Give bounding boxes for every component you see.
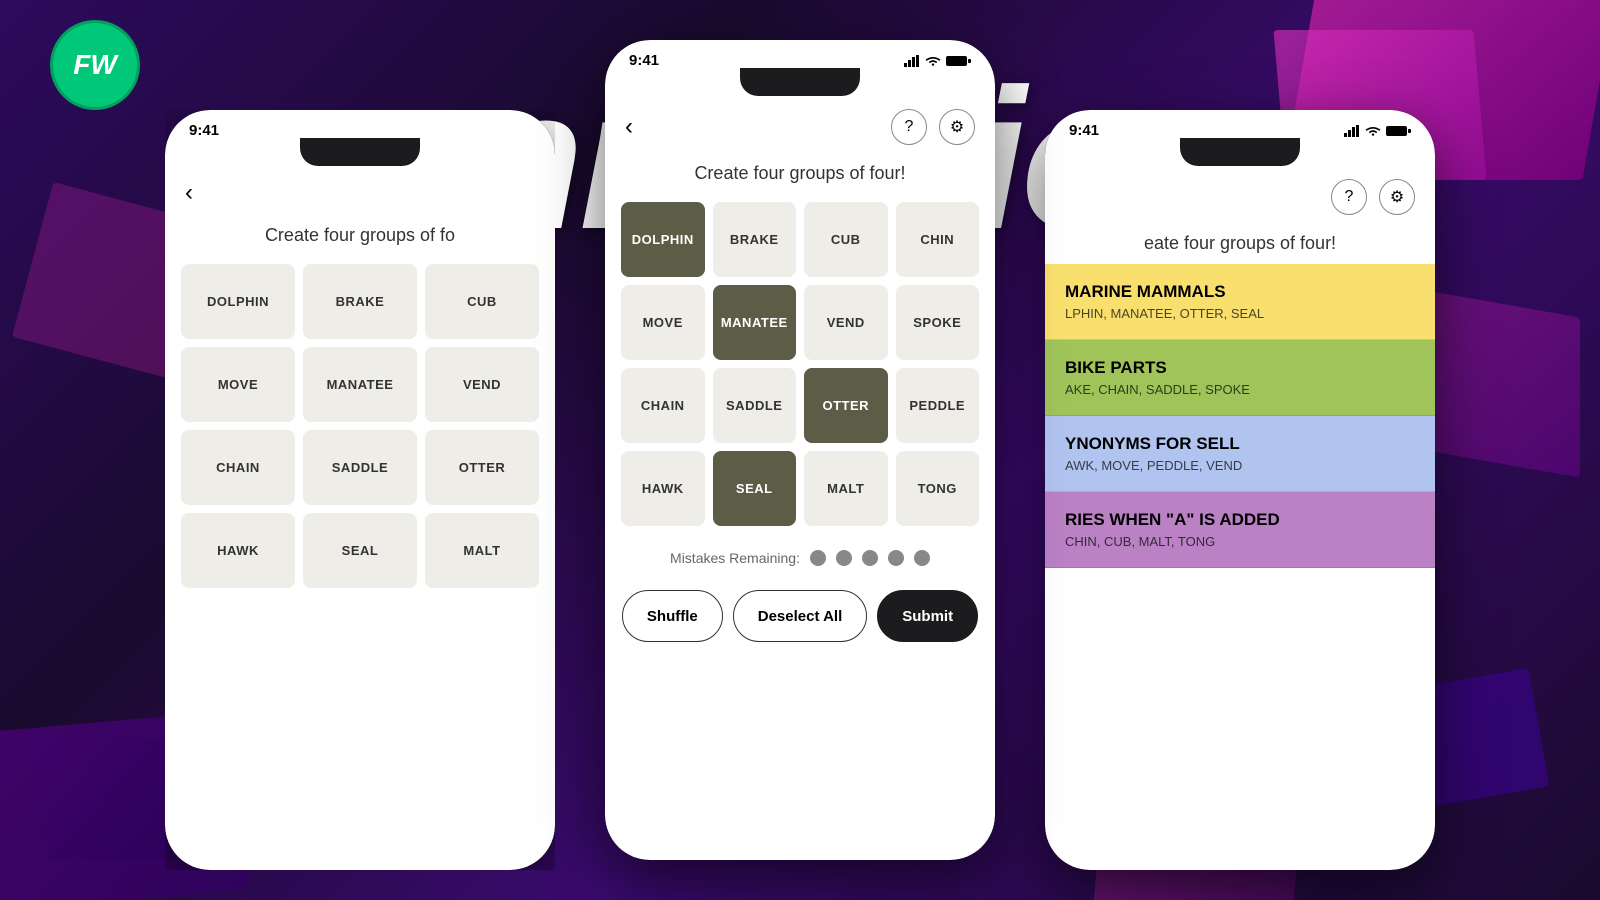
word-grid-left: DOLPHINBRAKECUB MOVEMANATEEVEND CHAINSADDL… [165, 256, 555, 596]
word-tile-left-seal[interactable]: SEAL [303, 513, 417, 588]
time-right: 9:41 [1069, 122, 1099, 139]
word-tile-chain[interactable]: CHAIN [621, 368, 705, 443]
category-marine-mammals: MARINE MAMMALS LPHIN, MANATEE, OTTER, SE… [1045, 264, 1435, 340]
action-buttons: Shuffle Deselect All Submit [605, 582, 995, 662]
signal-icon [904, 55, 920, 67]
word-tile-move[interactable]: MOVE [621, 285, 705, 360]
help-button[interactable]: ? [891, 109, 927, 145]
dot-4 [888, 550, 904, 566]
word-tile-left-move[interactable]: MOVE [181, 347, 295, 422]
notch-right [1180, 138, 1300, 166]
battery-icon-right [1386, 125, 1411, 137]
settings-button[interactable]: ⚙ [939, 109, 975, 145]
category-ynonyms-for-sell: YNONYMS FOR SELL AWK, MOVE, PEDDLE, VEND [1045, 416, 1435, 492]
word-tile-chin[interactable]: CHIN [896, 202, 980, 277]
wifi-icon [925, 55, 941, 67]
game-title-right: eate four groups of four! [1045, 223, 1435, 264]
word-tile-manatee[interactable]: MANATEE [713, 285, 797, 360]
results-screen: MARINE MAMMALS LPHIN, MANATEE, OTTER, SE… [1045, 264, 1435, 568]
center-phone: 9:41 [605, 40, 995, 860]
word-tile-vend[interactable]: VEND [804, 285, 888, 360]
category-bike-parts: BIKE PARTS AKE, CHAIN, SADDLE, SPOKE [1045, 340, 1435, 416]
left-phone: 9:41 ‹ Create four groups of fo DOLPHINB… [165, 110, 555, 870]
right-phone: 9:41 [1045, 110, 1435, 870]
word-tile-left-chain[interactable]: CHAIN [181, 430, 295, 505]
category-words: CHIN, CUB, MALT, TONG [1065, 534, 1415, 549]
deselect-button[interactable]: Deselect All [733, 590, 868, 642]
help-button-right[interactable]: ? [1331, 179, 1367, 215]
dot-5 [914, 550, 930, 566]
category-title: BIKE PARTS [1065, 358, 1415, 378]
dot-1 [810, 550, 826, 566]
nav-icons-center: ? ⚙ [891, 109, 975, 145]
word-tile-left-dolphin[interactable]: DOLPHIN [181, 264, 295, 339]
category-title: YNONYMS FOR SELL [1065, 434, 1415, 454]
word-tile-seal[interactable]: SEAL [713, 451, 797, 526]
game-title-center: Create four groups of four! [605, 153, 995, 194]
category-words: AKE, CHAIN, SADDLE, SPOKE [1065, 382, 1415, 397]
word-tile-brake[interactable]: BRAKE [713, 202, 797, 277]
back-button-left[interactable]: ‹ [185, 179, 193, 207]
battery-icon [946, 55, 971, 67]
time-left: 9:41 [189, 122, 219, 139]
word-tile-left-brake[interactable]: BRAKE [303, 264, 417, 339]
signal-icon-right [1344, 125, 1360, 137]
nav-icons-right: ? ⚙ [1331, 179, 1415, 215]
word-tile-otter[interactable]: OTTER [804, 368, 888, 443]
word-tile-left-malt[interactable]: MALT [425, 513, 539, 588]
mistakes-row: Mistakes Remaining: [605, 534, 995, 582]
word-tile-left-otter[interactable]: OTTER [425, 430, 539, 505]
word-tile-tong[interactable]: TONG [896, 451, 980, 526]
status-icons-center [904, 55, 971, 67]
word-tile-dolphin[interactable]: DOLPHIN [621, 202, 705, 277]
category-words: LPHIN, MANATEE, OTTER, SEAL [1065, 306, 1415, 321]
dot-3 [862, 550, 878, 566]
word-tile-left-saddle[interactable]: SADDLE [303, 430, 417, 505]
status-icons-right [1344, 125, 1411, 137]
word-tile-left-cub[interactable]: CUB [425, 264, 539, 339]
time-center: 9:41 [629, 52, 659, 69]
word-tile-left-hawk[interactable]: HAWK [181, 513, 295, 588]
fw-logo: FW [50, 20, 140, 110]
wifi-icon-right [1365, 125, 1381, 137]
settings-button-right[interactable]: ⚙ [1379, 179, 1415, 215]
word-tile-left-vend[interactable]: VEND [425, 347, 539, 422]
word-tile-hawk[interactable]: HAWK [621, 451, 705, 526]
word-tile-malt[interactable]: MALT [804, 451, 888, 526]
nav-left: ‹ [165, 171, 555, 215]
word-tile-peddle[interactable]: PEDDLE [896, 368, 980, 443]
game-title-left: Create four groups of fo [165, 215, 555, 256]
category-title: MARINE MAMMALS [1065, 282, 1415, 302]
notch-left [300, 138, 420, 166]
word-grid-center: DOLPHINBRAKECUBCHIN MOVEMANATEEVENDSPOKE C… [605, 194, 995, 534]
notch-center [740, 68, 860, 96]
word-tile-saddle[interactable]: SADDLE [713, 368, 797, 443]
nav-right: ? ⚙ [1045, 171, 1435, 223]
word-tile-cub[interactable]: CUB [804, 202, 888, 277]
dot-2 [836, 550, 852, 566]
back-button-center[interactable]: ‹ [625, 113, 633, 141]
word-tile-left-manatee[interactable]: MANATEE [303, 347, 417, 422]
mistakes-label: Mistakes Remaining: [670, 550, 800, 566]
nav-center: ‹ ? ⚙ [605, 101, 995, 153]
submit-button[interactable]: Submit [877, 590, 978, 642]
category-title: RIES WHEN "A" IS ADDED [1065, 510, 1415, 530]
word-tile-spoke[interactable]: SPOKE [896, 285, 980, 360]
category-ries-when-a-is-added: RIES WHEN "A" IS ADDED CHIN, CUB, MALT, … [1045, 492, 1435, 568]
category-words: AWK, MOVE, PEDDLE, VEND [1065, 458, 1415, 473]
shuffle-button[interactable]: Shuffle [622, 590, 723, 642]
